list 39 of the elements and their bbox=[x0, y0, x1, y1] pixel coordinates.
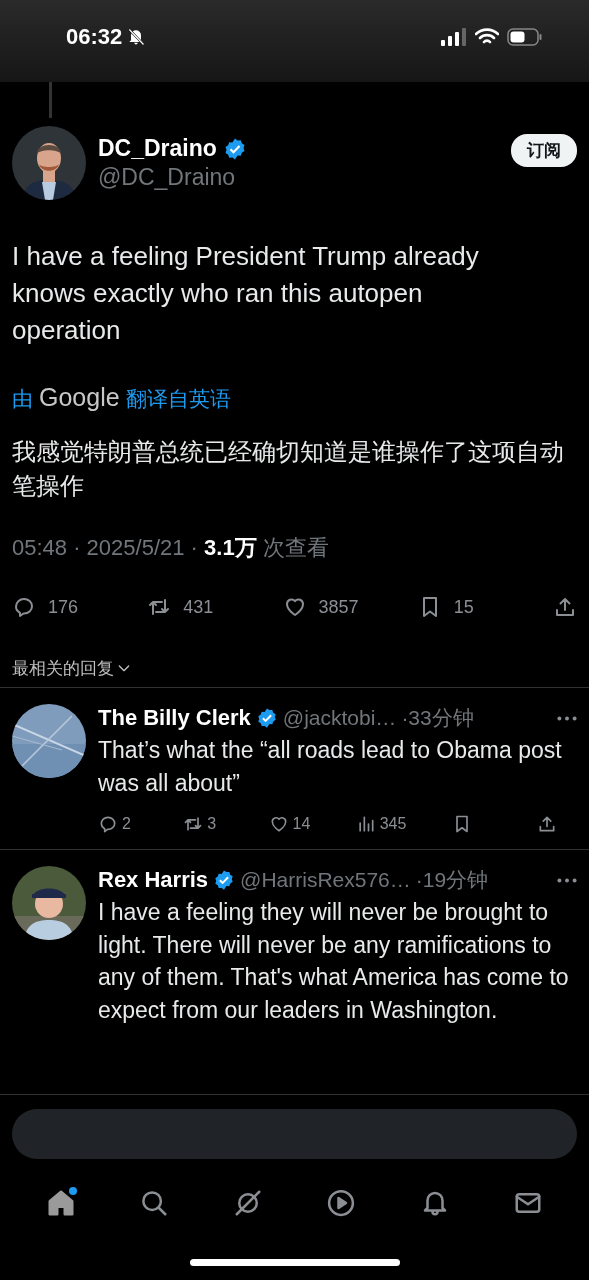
action-count: 345 bbox=[379, 815, 407, 833]
more-icon[interactable] bbox=[557, 715, 577, 721]
action-count: 15 bbox=[453, 596, 474, 618]
reply-author-handle[interactable]: @jacktobi… bbox=[282, 706, 397, 730]
translated-text: 我感觉特朗普总统已经确切知道是谁操作了这项自动笔操作 bbox=[12, 437, 565, 501]
share-icon[interactable] bbox=[537, 814, 557, 834]
action-count: 3857 bbox=[318, 596, 359, 618]
action-count: 176 bbox=[48, 596, 79, 618]
wifi-icon bbox=[475, 28, 499, 46]
subscribe-button[interactable]: 订阅 bbox=[511, 134, 577, 167]
translation-provider: Google bbox=[39, 383, 120, 412]
reply-author-name[interactable]: Rex Harris bbox=[98, 867, 209, 893]
action-count: 2 bbox=[122, 815, 131, 833]
reply-text: I have a feeling they will never be brought to light. There will never be any ramifications to any of them. That's what America has come to expect from our leaders in Washington. bbox=[98, 898, 570, 1025]
author-handle[interactable]: @DC_Draino bbox=[98, 164, 499, 191]
tweet-meta: 05:48 · 2025/5/21 · 3.1万 次查看 bbox=[12, 534, 330, 562]
action-count: 3 bbox=[207, 815, 217, 833]
sort-replies-label[interactable]: 最相关的回复 bbox=[12, 656, 114, 680]
tweet-text: I have a feeling President Trump already knows exactly who ran this autopen operation bbox=[12, 240, 480, 347]
action-count: 431 bbox=[183, 596, 214, 618]
reply-time: ·19分钟 bbox=[415, 867, 489, 893]
more-icon[interactable] bbox=[557, 877, 577, 883]
reply-icon[interactable] bbox=[98, 814, 118, 834]
slashed-circle-icon[interactable] bbox=[232, 1188, 263, 1218]
action-count: 14 bbox=[292, 815, 311, 833]
clock-time: 06:32 bbox=[66, 24, 123, 50]
reply-author-handle[interactable]: @HarrisRex576… bbox=[240, 868, 411, 892]
reply-author-name[interactable]: The Billy Clerk bbox=[98, 705, 251, 731]
signal-icon bbox=[441, 28, 467, 46]
translation-prefix: 由 bbox=[12, 386, 33, 412]
translation-label: 翻译自英语 bbox=[125, 386, 231, 412]
author-name[interactable]: DC_Draino bbox=[98, 135, 217, 162]
reply-field[interactable] bbox=[12, 1109, 577, 1159]
share-icon[interactable] bbox=[553, 595, 577, 619]
reply-icon[interactable] bbox=[12, 595, 36, 619]
play-circle-icon[interactable] bbox=[326, 1188, 357, 1218]
reply-text: That’s what the “all roads lead to Obama post was all about” bbox=[98, 736, 563, 798]
battery-icon bbox=[507, 28, 543, 46]
reply-time: ·33分钟 bbox=[401, 705, 474, 731]
